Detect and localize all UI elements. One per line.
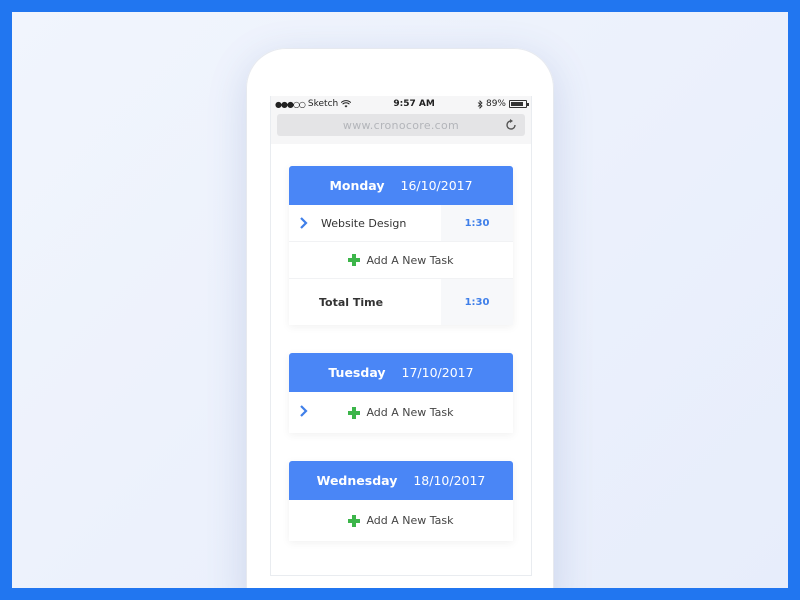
day-name: Monday [329,178,385,193]
day-date: 18/10/2017 [413,473,486,488]
day-card-tuesday: Tuesday 17/10/2017 Add A New Task [289,353,513,433]
add-task-button[interactable]: Add A New Task [289,242,513,279]
add-task-button[interactable]: Add A New Task [289,392,513,433]
background-canvas: ●●●○○ Sketch 9:57 AM 89% www.cronocore.c… [12,12,788,588]
total-time-value: 1:30 [441,279,513,325]
day-name: Tuesday [328,365,386,380]
wifi-icon [341,100,352,108]
phone-frame: ●●●○○ Sketch 9:57 AM 89% www.cronocore.c… [246,48,554,588]
plus-icon [348,254,361,266]
add-task-label: Add A New Task [366,514,454,527]
day-date: 17/10/2017 [401,365,474,380]
add-task-label: Add A New Task [366,406,454,419]
total-time-row: Total Time 1:30 [289,279,513,325]
chevron-right-icon[interactable] [299,217,309,229]
reload-icon[interactable] [504,118,518,132]
day-header: Wednesday 18/10/2017 [289,461,513,500]
chevron-right-icon[interactable] [299,405,309,417]
address-bar[interactable]: www.cronocore.com [277,114,525,136]
day-card-monday: Monday 16/10/2017 Website Design 1:30 Ad… [289,166,513,325]
plus-icon [348,514,361,527]
day-card-wednesday: Wednesday 18/10/2017 Add A New Task [289,461,513,541]
page-content: Monday 16/10/2017 Website Design 1:30 Ad… [271,144,531,541]
total-time-label: Total Time [319,295,384,309]
bluetooth-icon [477,99,483,109]
clock: 9:57 AM [393,99,435,109]
status-bar: ●●●○○ Sketch 9:57 AM 89% [271,96,531,112]
day-header: Tuesday 17/10/2017 [289,353,513,392]
battery-percent: 89% [485,99,506,109]
day-name: Wednesday [316,473,398,488]
task-row[interactable]: Website Design 1:30 [289,205,513,242]
battery-icon [508,100,529,108]
url-text: www.cronocore.com [342,118,460,132]
carrier-name: Sketch [307,99,339,109]
task-time: 1:30 [441,205,513,241]
phone-screen: ●●●○○ Sketch 9:57 AM 89% www.cronocore.c… [270,96,532,576]
battery-fill [510,102,524,106]
day-header: Monday 16/10/2017 [289,166,513,205]
add-task-label: Add A New Task [366,253,454,267]
add-task-button[interactable]: Add A New Task [289,500,513,541]
signal-strength-icon: ●●●○○ [275,99,306,109]
plus-icon [348,406,361,419]
day-date: 16/10/2017 [400,178,473,193]
browser-toolbar: www.cronocore.com [271,112,531,144]
